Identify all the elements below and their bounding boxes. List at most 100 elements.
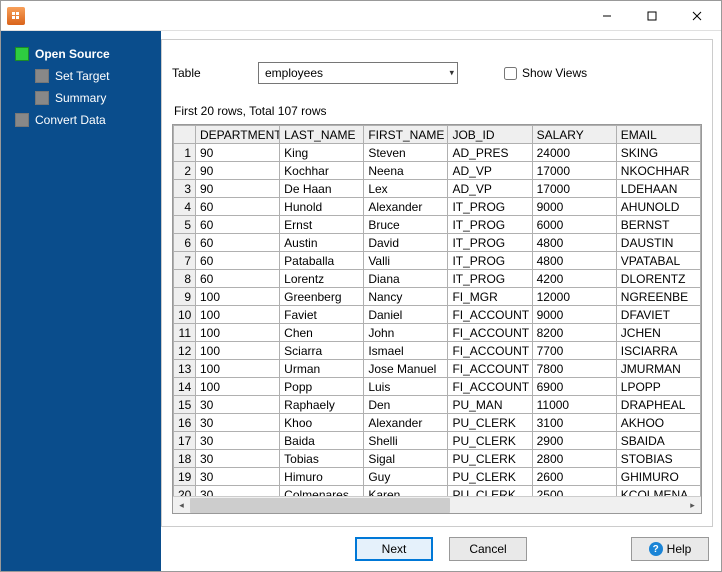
- cell[interactable]: 60: [196, 252, 280, 270]
- step-open-source[interactable]: Open Source: [13, 43, 155, 65]
- cell[interactable]: Chen: [280, 324, 364, 342]
- table-row[interactable]: 1730BaidaShelliPU_CLERK2900SBAIDA: [174, 432, 701, 450]
- cell[interactable]: Nancy: [364, 288, 448, 306]
- cell[interactable]: 9000: [532, 306, 616, 324]
- column-header[interactable]: DEPARTMENT_ID: [196, 126, 280, 144]
- column-header[interactable]: SALARY: [532, 126, 616, 144]
- table-row[interactable]: 9100GreenbergNancyFI_MGR12000NGREENBE: [174, 288, 701, 306]
- cell[interactable]: PU_CLERK: [448, 486, 532, 497]
- cell[interactable]: IT_PROG: [448, 270, 532, 288]
- cell[interactable]: Alexander: [364, 414, 448, 432]
- cell[interactable]: LDEHAAN: [616, 180, 700, 198]
- cell[interactable]: Lorentz: [280, 270, 364, 288]
- cell[interactable]: FI_ACCOUNT: [448, 324, 532, 342]
- cell[interactable]: PU_CLERK: [448, 432, 532, 450]
- table-row[interactable]: 290KochharNeenaAD_VP17000NKOCHHAR: [174, 162, 701, 180]
- cell[interactable]: NKOCHHAR: [616, 162, 700, 180]
- table-row[interactable]: 2030ColmenaresKarenPU_CLERK2500KCOLMENA: [174, 486, 701, 497]
- cell[interactable]: Hunold: [280, 198, 364, 216]
- table-row[interactable]: 760PataballaValliIT_PROG4800VPATABAL: [174, 252, 701, 270]
- cell[interactable]: Himuro: [280, 468, 364, 486]
- cell[interactable]: 4200: [532, 270, 616, 288]
- scroll-left-icon[interactable]: ◂: [173, 497, 190, 514]
- cell[interactable]: DFAVIET: [616, 306, 700, 324]
- cell[interactable]: 7800: [532, 360, 616, 378]
- cell[interactable]: 100: [196, 306, 280, 324]
- cell[interactable]: 60: [196, 234, 280, 252]
- table-row[interactable]: 11100ChenJohnFI_ACCOUNT8200JCHEN: [174, 324, 701, 342]
- cell[interactable]: 2600: [532, 468, 616, 486]
- cell[interactable]: Jose Manuel: [364, 360, 448, 378]
- cell[interactable]: BERNST: [616, 216, 700, 234]
- cell[interactable]: Raphaely: [280, 396, 364, 414]
- cell[interactable]: 30: [196, 450, 280, 468]
- step-convert-data[interactable]: Convert Data: [13, 109, 155, 131]
- cell[interactable]: Tobias: [280, 450, 364, 468]
- cell[interactable]: 30: [196, 414, 280, 432]
- cell[interactable]: DRAPHEAL: [616, 396, 700, 414]
- table-row[interactable]: 390De HaanLexAD_VP17000LDEHAAN: [174, 180, 701, 198]
- cell[interactable]: AD_VP: [448, 162, 532, 180]
- cell[interactable]: 8200: [532, 324, 616, 342]
- cell[interactable]: Popp: [280, 378, 364, 396]
- cell[interactable]: FI_ACCOUNT: [448, 378, 532, 396]
- cell[interactable]: Neena: [364, 162, 448, 180]
- cell[interactable]: Guy: [364, 468, 448, 486]
- cell[interactable]: FI_ACCOUNT: [448, 342, 532, 360]
- cell[interactable]: Sciarra: [280, 342, 364, 360]
- cell[interactable]: SKING: [616, 144, 700, 162]
- cell[interactable]: PU_CLERK: [448, 414, 532, 432]
- cell[interactable]: Ernst: [280, 216, 364, 234]
- cell[interactable]: Sigal: [364, 450, 448, 468]
- cell[interactable]: Urman: [280, 360, 364, 378]
- cell[interactable]: 4800: [532, 252, 616, 270]
- cell[interactable]: Diana: [364, 270, 448, 288]
- cell[interactable]: 30: [196, 468, 280, 486]
- minimize-button[interactable]: [584, 2, 629, 30]
- cell[interactable]: 60: [196, 216, 280, 234]
- cell[interactable]: AD_PRES: [448, 144, 532, 162]
- cell[interactable]: PU_CLERK: [448, 450, 532, 468]
- table-row[interactable]: 1930HimuroGuyPU_CLERK2600GHIMURO: [174, 468, 701, 486]
- cell[interactable]: David: [364, 234, 448, 252]
- cell[interactable]: Greenberg: [280, 288, 364, 306]
- cell[interactable]: SBAIDA: [616, 432, 700, 450]
- cell[interactable]: 3100: [532, 414, 616, 432]
- table-row[interactable]: 560ErnstBruceIT_PROG6000BERNST: [174, 216, 701, 234]
- cell[interactable]: Pataballa: [280, 252, 364, 270]
- cell[interactable]: 90: [196, 180, 280, 198]
- cell[interactable]: FI_ACCOUNT: [448, 360, 532, 378]
- cell[interactable]: 17000: [532, 162, 616, 180]
- cell[interactable]: 24000: [532, 144, 616, 162]
- cell[interactable]: De Haan: [280, 180, 364, 198]
- cell[interactable]: 90: [196, 144, 280, 162]
- cell[interactable]: PU_CLERK: [448, 468, 532, 486]
- column-header[interactable]: FIRST_NAME: [364, 126, 448, 144]
- close-button[interactable]: [674, 2, 719, 30]
- cell[interactable]: 100: [196, 324, 280, 342]
- table-row[interactable]: 660AustinDavidIT_PROG4800DAUSTIN: [174, 234, 701, 252]
- cell[interactable]: JCHEN: [616, 324, 700, 342]
- cell[interactable]: IT_PROG: [448, 252, 532, 270]
- cell[interactable]: IT_PROG: [448, 198, 532, 216]
- cell[interactable]: Colmenares: [280, 486, 364, 497]
- cell[interactable]: Baida: [280, 432, 364, 450]
- cell[interactable]: IT_PROG: [448, 234, 532, 252]
- table-row[interactable]: 190KingStevenAD_PRES24000SKING: [174, 144, 701, 162]
- help-button[interactable]: ? Help: [631, 537, 709, 561]
- table-row[interactable]: 13100UrmanJose ManuelFI_ACCOUNT7800JMURM…: [174, 360, 701, 378]
- cell[interactable]: 100: [196, 360, 280, 378]
- table-row[interactable]: 1830TobiasSigalPU_CLERK2800STOBIAS: [174, 450, 701, 468]
- cell[interactable]: Kochhar: [280, 162, 364, 180]
- cell[interactable]: 4800: [532, 234, 616, 252]
- column-header[interactable]: LAST_NAME: [280, 126, 364, 144]
- scroll-thumb[interactable]: [190, 498, 450, 513]
- cell[interactable]: JMURMAN: [616, 360, 700, 378]
- cell[interactable]: Karen: [364, 486, 448, 497]
- cell[interactable]: AKHOO: [616, 414, 700, 432]
- column-header[interactable]: EMAIL: [616, 126, 700, 144]
- table-row[interactable]: 1530RaphaelyDenPU_MAN11000DRAPHEAL: [174, 396, 701, 414]
- cell[interactable]: Lex: [364, 180, 448, 198]
- table-row[interactable]: 10100FavietDanielFI_ACCOUNT9000DFAVIET: [174, 306, 701, 324]
- table-row[interactable]: 12100SciarraIsmaelFI_ACCOUNT7700ISCIARRA: [174, 342, 701, 360]
